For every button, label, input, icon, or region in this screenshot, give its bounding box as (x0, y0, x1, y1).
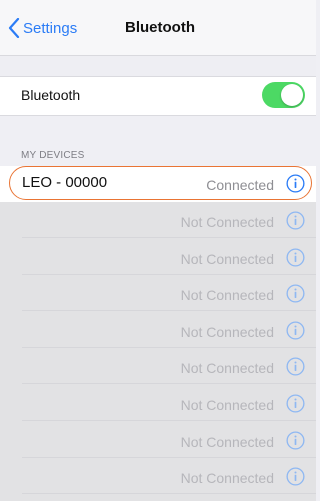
info-icon[interactable] (286, 211, 305, 230)
bluetooth-toggle[interactable] (262, 82, 305, 108)
device-row[interactable]: Not Connected (0, 275, 316, 312)
row-separator (22, 493, 316, 495)
bluetooth-row: Bluetooth (0, 76, 316, 116)
info-icon[interactable] (286, 284, 305, 303)
device-list: Not Connected Not Connected Not Connected N… (0, 202, 316, 501)
device-row[interactable]: Not Connected (0, 422, 316, 458)
device-status: Not Connected (180, 360, 274, 377)
navigation-bar: Settings Bluetooth (0, 0, 316, 56)
device-status: Connected (206, 177, 274, 193)
device-status: Not Connected (180, 470, 274, 487)
page-title: Bluetooth (125, 19, 195, 36)
info-icon[interactable] (286, 248, 305, 267)
device-status: Not Connected (180, 323, 274, 340)
device-status: Not Connected (180, 214, 274, 230)
info-icon[interactable] (286, 394, 305, 413)
section-header: MY DEVICES (21, 150, 85, 161)
info-icon[interactable] (286, 174, 305, 193)
device-row[interactable]: Not Connected (0, 385, 316, 421)
device-row[interactable]: Not Connected (0, 348, 316, 385)
device-name: LEO - 00000 (22, 174, 108, 191)
toggle-knob (281, 84, 303, 106)
device-row[interactable]: Not Connected (0, 239, 316, 275)
device-status: Not Connected (180, 433, 274, 450)
info-icon[interactable] (286, 321, 305, 340)
bluetooth-label: Bluetooth (21, 87, 81, 103)
info-icon[interactable] (286, 431, 305, 450)
device-row[interactable]: Not Connected (0, 202, 316, 238)
info-icon[interactable] (286, 357, 305, 376)
info-icon[interactable] (286, 467, 305, 486)
section-spacer (0, 56, 316, 76)
device-status: Not Connected (180, 397, 274, 413)
device-row[interactable]: Not Connected (0, 458, 316, 495)
device-status: Not Connected (180, 287, 274, 304)
device-row-connected[interactable]: LEO - 00000 Connected (0, 166, 316, 202)
device-status: Not Connected (180, 250, 274, 267)
device-row[interactable]: Not Connected (0, 312, 316, 348)
